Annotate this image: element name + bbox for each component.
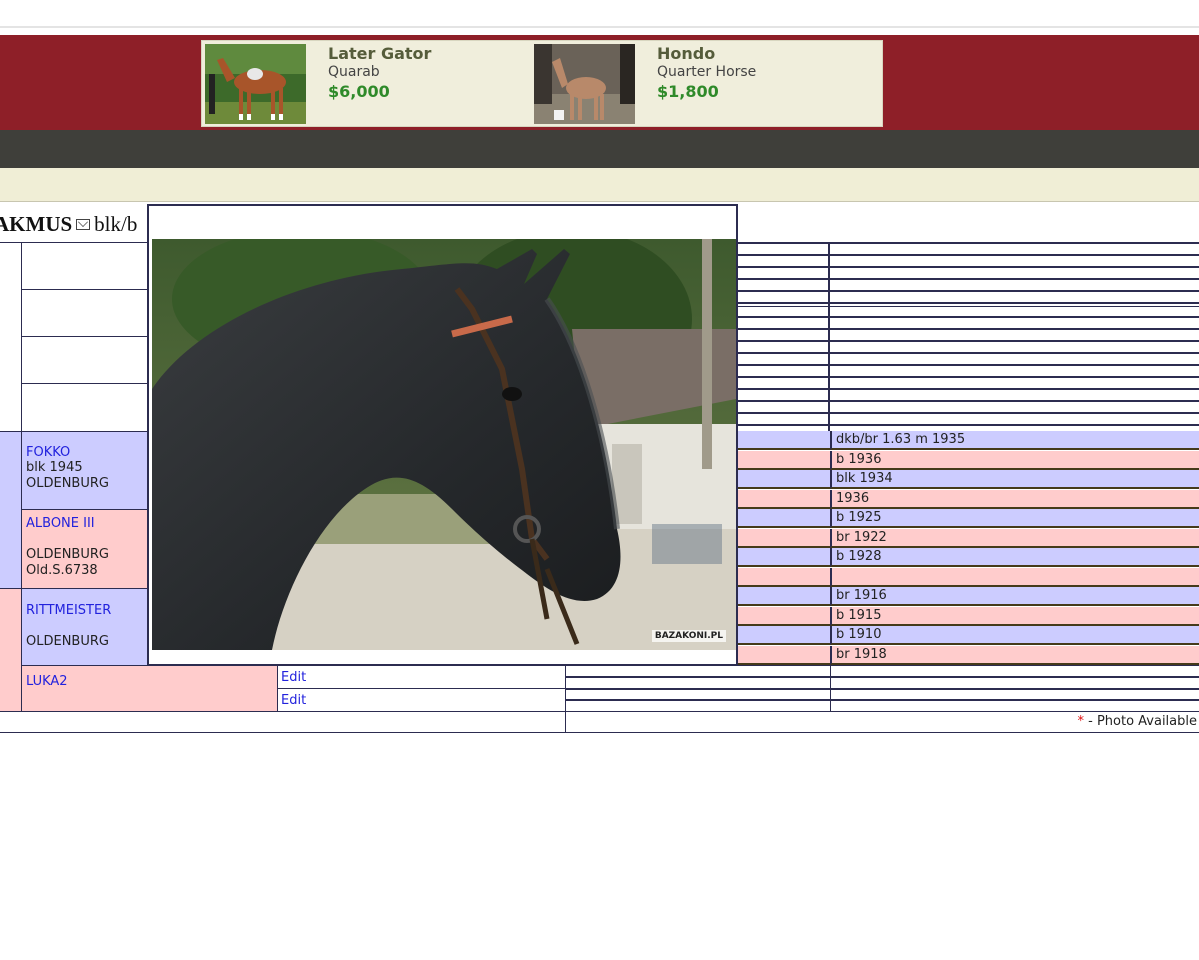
pedigree-right-rows: dkb/br 1.63 m 1935 b 1936 blk 1934 1936 … [737,431,1199,666]
footer-cell-left [0,711,566,733]
horse-link-rittmeister[interactable]: RITTMEISTER [26,603,148,618]
pedigree-row-left [737,567,830,587]
horse-link-albone[interactable]: ALBONE III [26,516,148,531]
grid-line [737,266,1199,268]
grid-line [737,290,1199,292]
edit-link[interactable]: Edit [281,693,306,708]
ad-photo-hondo[interactable] [534,44,635,124]
pedigree-row-left [737,509,830,528]
grid-line [737,376,1199,378]
grid-line [737,328,1199,330]
nav-bar [0,130,1199,168]
pedigree-row-info: b 1910 [830,626,1199,645]
pedigree-cell-empty [21,336,149,384]
ad-strip: Later Gator Quarab $6,000 Hondo Quarter … [201,40,883,127]
pedigree-row-info: br 1918 [830,645,1199,665]
pedigree-row-left [737,450,830,470]
pedigree-cell-empty [21,242,149,290]
pedigree-sire-bar [0,431,22,589]
pedigree-cell-luka2: LUKA2 [21,665,278,712]
pedigree-col-empty [0,242,22,432]
horse-info: blk 1945 [26,460,83,475]
grid-line [737,400,1199,402]
pedigree-cell-empty [21,383,149,432]
horse-name: AKMUS [0,212,73,236]
horse-info: OLDENBURG [26,476,109,491]
mail-icon[interactable] [76,219,91,230]
grid-line [737,412,1199,414]
horse-photo[interactable]: BAZAKONI.PL [152,239,736,650]
sub-nav-bar [0,168,1199,202]
pedigree-cell-rittmeister: RITTMEISTER OLDENBURG [21,588,149,666]
grid-line [565,676,1199,678]
horse-link-fokko[interactable]: FOKKO [26,445,148,460]
pedigree-row-left [737,528,830,548]
grid-line [737,302,1199,304]
grid-line [737,340,1199,342]
grid-line [737,352,1199,354]
horse-info: Old.S.6738 [26,563,98,578]
top-divider [0,26,1199,28]
pedigree-row-info: b 1915 [830,606,1199,626]
pedigree-row-info: dkb/br 1.63 m 1935 [830,431,1199,450]
pedigree-row-left [737,470,830,489]
pedigree-row-left [737,645,830,665]
pedigree-cell-albone: ALBONE III OLDENBURG Old.S.6738 [21,509,149,589]
grid-line [737,388,1199,390]
ad-name[interactable]: Hondo [657,44,756,63]
pedigree-row-left [737,626,830,645]
pedigree-row-info: br 1916 [830,587,1199,606]
pedigree-row-left [737,587,830,606]
photo-popup[interactable]: BAZAKONI.PL [147,204,738,666]
legend-text: - Photo Available [1083,714,1197,729]
pedigree-row-info: b 1925 [830,509,1199,528]
grid-line [828,244,830,432]
horse-link-luka2[interactable]: LUKA2 [26,674,277,689]
edit-link[interactable]: Edit [281,670,306,685]
grid-line [737,316,1199,318]
pedigree-row-info: blk 1934 [830,470,1199,489]
horse-info: OLDENBURG [26,547,109,562]
photo-watermark: BAZAKONI.PL [651,630,726,642]
pedigree-row-info: b 1936 [830,450,1199,470]
pedigree-row-left [737,606,830,626]
ad-name[interactable]: Later Gator [328,44,431,63]
pedigree-row-info: br 1922 [830,528,1199,548]
grid-line [737,278,1199,280]
ad-breed: Quarter Horse [657,64,757,80]
grid-line [737,364,1199,366]
pedigree-upper-grid [737,242,1199,432]
pedigree-row-info: 1936 [830,489,1199,509]
photo-available-legend: * - Photo Available [1077,714,1197,729]
pedigree-cell-fokko: FOKKO blk 1945 OLDENBURG [21,431,149,510]
pedigree-cell-empty [21,289,149,337]
grid-line [565,699,1199,701]
pedigree-dam-bar [0,588,22,712]
edit-cell: Edit [277,665,566,689]
pedigree-row-left [737,431,830,450]
ad-breed: Quarab [328,64,380,80]
pedigree-row-info [830,567,1199,587]
pedigree-row-info: b 1928 [830,548,1199,567]
edit-cell: Edit [277,688,566,712]
grid-line [737,306,1199,307]
pedigree-row-left [737,489,830,509]
grid-line [737,254,1199,256]
horse-info: OLDENBURG [26,634,109,649]
ad-photo-later-gator[interactable] [205,44,306,124]
ad-price: $6,000 [328,82,390,101]
horse-color: blk/b [94,212,138,236]
pedigree-row-left [737,548,830,567]
ad-price: $1,800 [657,82,719,101]
grid-line [565,688,1199,690]
grid-line [737,424,1199,426]
horse-title: AKMUS blk/b [0,212,137,240]
